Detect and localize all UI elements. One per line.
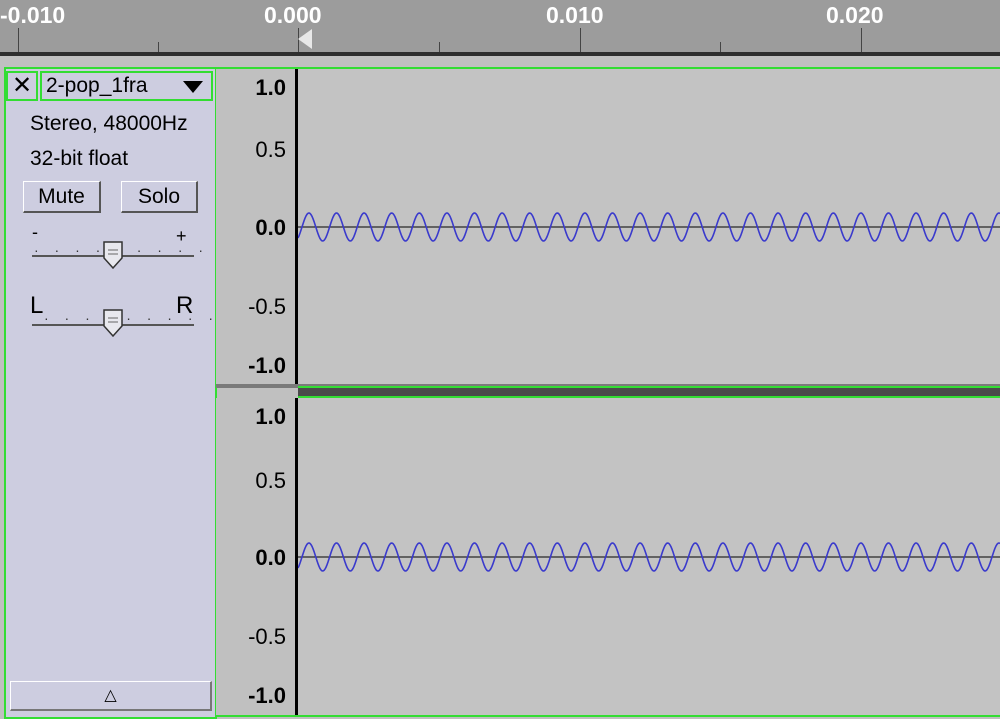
waveform-right-svg bbox=[298, 542, 1000, 572]
vruler-label: -1.0 bbox=[248, 353, 286, 378]
track-selection-border-bottom bbox=[216, 715, 1000, 717]
track-bit-depth-info: 32-bit float bbox=[30, 147, 129, 170]
stereo-channel-separator[interactable] bbox=[298, 386, 1000, 398]
pan-slider-thumb[interactable] bbox=[102, 308, 124, 338]
pan-slider-ticks: · · · · · · · · · bbox=[44, 310, 220, 326]
close-track-button[interactable]: ✕ bbox=[6, 71, 38, 101]
play-position-marker-icon[interactable] bbox=[298, 29, 312, 49]
collapse-track-button[interactable]: △ bbox=[10, 681, 212, 711]
pan-slider[interactable]: L R · · · · · · · · · bbox=[30, 292, 213, 338]
gain-minus-label: - bbox=[32, 222, 38, 242]
ruler-tick bbox=[18, 28, 19, 52]
vruler-label: 0.0 bbox=[255, 215, 286, 240]
solo-button[interactable]: Solo bbox=[121, 181, 198, 213]
vruler-label: -0.5 bbox=[248, 624, 286, 649]
vruler-label: 0.5 bbox=[255, 137, 286, 162]
collapse-triangle-icon: △ bbox=[104, 687, 117, 704]
timeline-ruler[interactable]: -0.010 0.000 0.010 0.020 bbox=[0, 0, 1000, 56]
vertical-ruler-right-channel[interactable]: 1.0 0.5 0.0 -0.5 -1.0 bbox=[216, 398, 296, 715]
mute-button[interactable]: Mute bbox=[23, 181, 101, 213]
waveform-right-channel[interactable] bbox=[298, 398, 1000, 715]
ruler-tick bbox=[720, 42, 721, 52]
ruler-tick bbox=[158, 42, 159, 52]
vruler-label: -1.0 bbox=[248, 683, 286, 708]
vruler-label: -0.5 bbox=[248, 294, 286, 319]
track-name-menu-button[interactable]: 2-pop_1fra bbox=[40, 71, 213, 101]
dropdown-arrow-icon bbox=[183, 81, 203, 93]
vruler-label: 1.0 bbox=[255, 404, 286, 429]
vertical-ruler-left-channel[interactable]: 1.0 0.5 0.0 -0.5 -1.0 bbox=[216, 69, 296, 384]
pan-left-label: L bbox=[30, 292, 44, 319]
waveform-left-channel[interactable] bbox=[298, 69, 1000, 384]
ruler-label-0010: 0.010 bbox=[546, 2, 604, 28]
ruler-tick bbox=[861, 28, 862, 52]
ruler-label-neg-0010: -0.010 bbox=[0, 2, 66, 28]
vruler-label: 1.0 bbox=[255, 75, 286, 100]
waveform-left-svg bbox=[298, 212, 1000, 242]
vruler-label: 0.0 bbox=[255, 545, 286, 570]
ruler-label-0000: 0.000 bbox=[264, 2, 322, 28]
gain-slider[interactable]: - + · · · · · · · · · · · bbox=[30, 222, 244, 270]
track-format-info: Stereo, 48000Hz bbox=[30, 112, 188, 135]
vruler-label: 0.5 bbox=[255, 468, 286, 493]
ruler-tick bbox=[580, 28, 581, 52]
ruler-label-0020: 0.020 bbox=[826, 2, 884, 28]
track-name: 2-pop_1fra bbox=[46, 74, 148, 97]
gain-slider-thumb[interactable] bbox=[102, 240, 124, 270]
ruler-tick bbox=[439, 42, 440, 52]
